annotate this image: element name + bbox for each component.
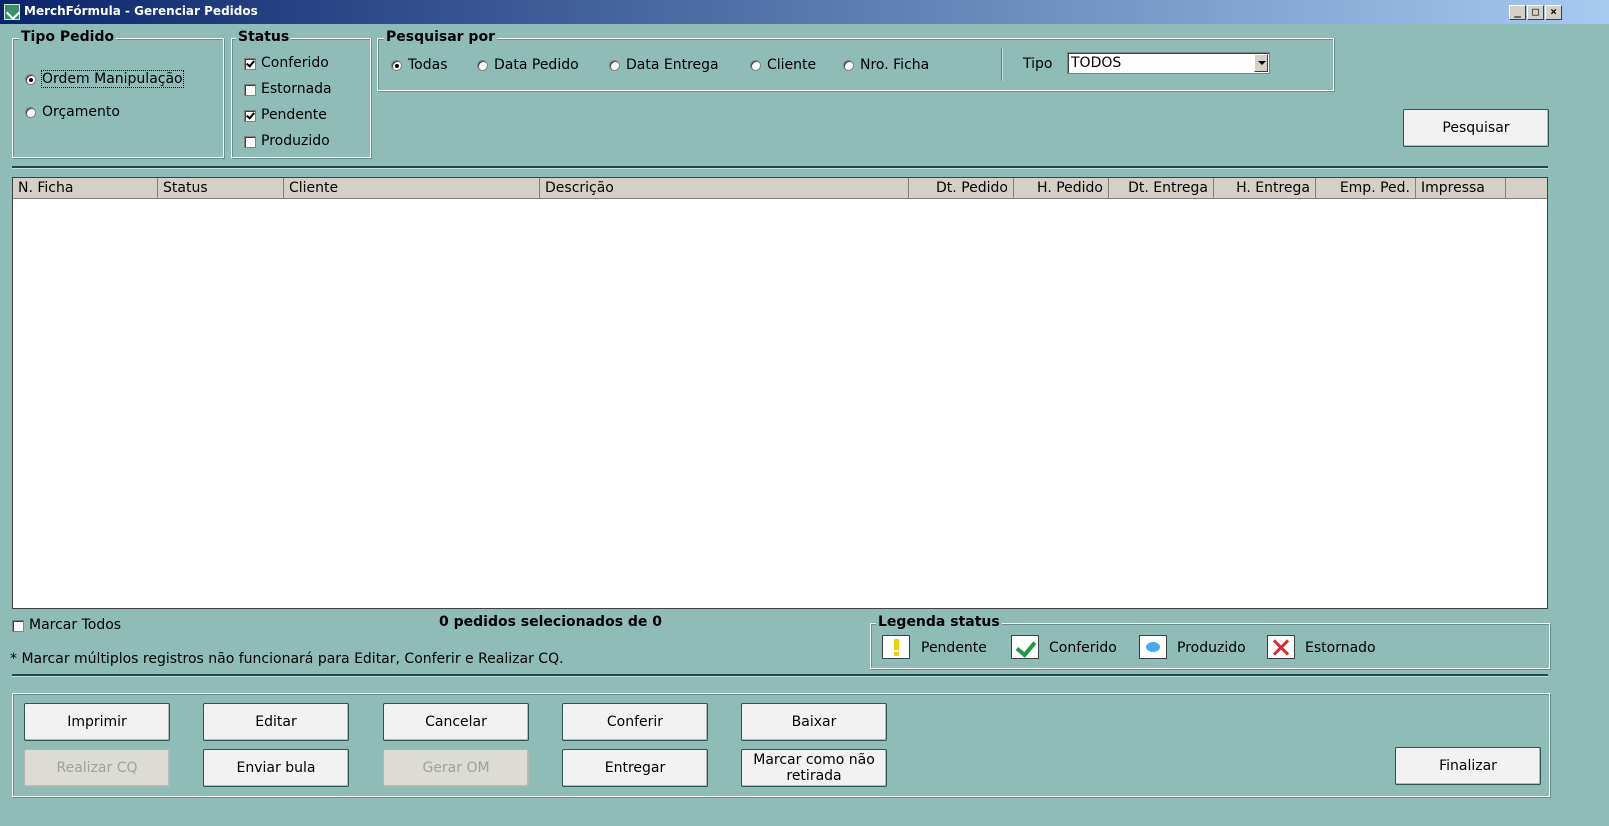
- radio-todas[interactable]: [391, 60, 402, 71]
- red-x-icon: [1267, 635, 1295, 659]
- window-title: MerchFórmula - Gerenciar Pedidos: [24, 4, 258, 18]
- radio-data-pedido[interactable]: [477, 60, 488, 71]
- title-bar[interactable]: MerchFórmula - Gerenciar Pedidos _ □ ×: [0, 0, 1609, 24]
- label-conferido[interactable]: Conferido: [261, 55, 329, 71]
- label-marcar-todos[interactable]: Marcar Todos: [29, 617, 121, 633]
- col-cliente[interactable]: Cliente: [284, 178, 540, 198]
- tipo-pedido-group: Tipo Pedido: [12, 29, 224, 158]
- col-n-ficha[interactable]: N. Ficha: [13, 178, 158, 198]
- maximize-icon[interactable]: □: [1527, 5, 1544, 20]
- minimize-icon[interactable]: _: [1509, 5, 1526, 20]
- radio-orcamento[interactable]: [25, 107, 36, 118]
- baixar-button[interactable]: Baixar: [741, 703, 887, 741]
- col-h-entrega[interactable]: H. Entrega: [1214, 178, 1316, 198]
- col-h-pedido[interactable]: H. Pedido: [1014, 178, 1109, 198]
- conferir-button[interactable]: Conferir: [562, 703, 708, 741]
- tipo-select[interactable]: TODOS: [1067, 52, 1270, 74]
- radio-nro-ficha[interactable]: [843, 60, 854, 71]
- col-impressa[interactable]: Impressa: [1416, 178, 1506, 198]
- pesquisar-por-legend: Pesquisar por: [384, 29, 497, 45]
- col-dt-pedido[interactable]: Dt. Pedido: [909, 178, 1014, 198]
- col-dt-entrega[interactable]: Dt. Entrega: [1109, 178, 1214, 198]
- checkbox-conferido[interactable]: [244, 58, 256, 70]
- label-estornada[interactable]: Estornada: [261, 81, 332, 97]
- multi-select-note: * Marcar múltiplos registros não funcion…: [10, 651, 564, 667]
- label-orcamento[interactable]: Orçamento: [42, 104, 120, 120]
- radio-data-entrega[interactable]: [609, 60, 620, 71]
- marcar-nao-retirada-line2: retirada: [786, 768, 842, 784]
- marcar-nao-retirada-line1: Marcar como não: [753, 752, 875, 768]
- enviar-bula-button[interactable]: Enviar bula: [203, 749, 349, 787]
- app-icon: [4, 4, 20, 20]
- tipo-pedido-legend: Tipo Pedido: [19, 29, 117, 45]
- exclamation-icon: [882, 635, 910, 659]
- radio-ordem-manipulacao[interactable]: [25, 74, 36, 85]
- realizar-cq-button[interactable]: Realizar CQ: [24, 749, 170, 787]
- legend-conferido: Conferido: [1049, 640, 1117, 656]
- checkbox-estornada[interactable]: [244, 84, 256, 96]
- legenda-status-legend: Legenda status: [876, 614, 1002, 630]
- pedidos-grid[interactable]: N. Ficha Status Cliente Descrição Dt. Pe…: [12, 177, 1548, 609]
- label-data-pedido[interactable]: Data Pedido: [494, 57, 579, 73]
- entregar-button[interactable]: Entregar: [562, 749, 708, 787]
- label-ordem-manipulacao[interactable]: Ordem Manipulação: [41, 70, 184, 88]
- legend-pendente: Pendente: [921, 640, 987, 656]
- label-produzido[interactable]: Produzido: [261, 133, 330, 149]
- label-todas[interactable]: Todas: [408, 57, 448, 73]
- label-nro-ficha[interactable]: Nro. Ficha: [860, 57, 929, 73]
- radio-cliente[interactable]: [750, 60, 761, 71]
- tipo-select-value: TODOS: [1071, 55, 1122, 71]
- legend-produzido: Produzido: [1177, 640, 1246, 656]
- close-icon[interactable]: ×: [1545, 5, 1562, 20]
- pesquisar-button[interactable]: Pesquisar: [1403, 109, 1549, 147]
- checkbox-produzido[interactable]: [244, 136, 256, 148]
- finalizar-button[interactable]: Finalizar: [1395, 747, 1541, 785]
- col-status[interactable]: Status: [158, 178, 284, 198]
- legend-estornado: Estornado: [1305, 640, 1376, 656]
- checkbox-marcar-todos[interactable]: [12, 620, 24, 632]
- gerar-om-button[interactable]: Gerar OM: [383, 749, 529, 787]
- checkbox-pendente[interactable]: [244, 110, 256, 122]
- chevron-down-icon[interactable]: [1254, 54, 1268, 72]
- separator-top: [12, 166, 1548, 169]
- imprimir-button[interactable]: Imprimir: [24, 703, 170, 741]
- checkmark-icon: [1011, 635, 1039, 659]
- marcar-nao-retirada-button[interactable]: Marcar como não retirada: [741, 749, 887, 787]
- separator-bottom: [12, 674, 1548, 677]
- label-cliente[interactable]: Cliente: [767, 57, 816, 73]
- label-data-entrega[interactable]: Data Entrega: [626, 57, 719, 73]
- status-legend: Status: [236, 29, 292, 45]
- col-descricao[interactable]: Descrição: [540, 178, 909, 198]
- label-pendente[interactable]: Pendente: [261, 107, 327, 123]
- pesquisar-divider: [1001, 48, 1003, 81]
- editar-button[interactable]: Editar: [203, 703, 349, 741]
- label-tipo: Tipo: [1023, 56, 1053, 72]
- blue-oval-icon: [1139, 635, 1167, 659]
- selection-count: 0 pedidos selecionados de 0: [439, 614, 663, 630]
- grid-header: N. Ficha Status Cliente Descrição Dt. Pe…: [13, 178, 1547, 199]
- cancelar-button[interactable]: Cancelar: [383, 703, 529, 741]
- col-emp-ped[interactable]: Emp. Ped.: [1316, 178, 1416, 198]
